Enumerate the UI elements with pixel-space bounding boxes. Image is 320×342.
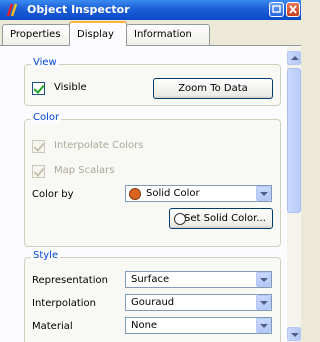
tab-properties-label: Properties xyxy=(10,29,61,40)
style-group-title: Style xyxy=(31,250,61,261)
vertical-scrollbar[interactable] xyxy=(287,46,301,342)
scroll-down-button[interactable] xyxy=(287,327,301,341)
scroll-thumb[interactable] xyxy=(287,68,301,213)
title-bar[interactable]: Object Inspector xyxy=(0,0,301,20)
color-group: Color Interpolate Colors Map Scalars Col… xyxy=(24,112,281,247)
window-title: Object Inspector xyxy=(27,3,130,16)
visible-label: Visible xyxy=(54,82,87,93)
chevron-down-icon xyxy=(260,301,268,305)
tab-information-label: Information xyxy=(134,29,192,40)
restore-button[interactable] xyxy=(269,2,284,17)
zoom-to-data-button[interactable]: Zoom To Data xyxy=(153,78,273,99)
interpolate-colors-checkbox[interactable] xyxy=(32,140,45,153)
material-select[interactable]: None xyxy=(125,317,272,334)
chevron-down-icon xyxy=(260,192,268,196)
style-group: Style Representation Surface Interpolati… xyxy=(24,250,281,342)
tab-display[interactable]: Display xyxy=(69,21,127,46)
solid-color-swatch-icon xyxy=(129,188,141,200)
interpolation-select[interactable]: Gouraud xyxy=(125,294,272,311)
color-by-label: Color by xyxy=(32,189,74,200)
color-circle-icon xyxy=(174,213,186,225)
close-button[interactable] xyxy=(286,2,300,17)
tab-bar: Properties Display Information xyxy=(0,20,301,46)
color-by-value: Solid Color xyxy=(146,188,200,199)
set-solid-color-button[interactable]: Set Solid Color... xyxy=(169,208,273,229)
material-dropdown-button[interactable] xyxy=(256,318,271,333)
representation-select[interactable]: Surface xyxy=(125,271,272,288)
tab-display-label: Display xyxy=(77,29,114,40)
interpolation-dropdown-button[interactable] xyxy=(256,295,271,310)
representation-label: Representation xyxy=(32,275,108,286)
material-value: None xyxy=(131,320,158,331)
chevron-up-icon xyxy=(291,56,299,60)
interpolation-label: Interpolation xyxy=(32,298,96,309)
chevron-down-icon xyxy=(260,278,268,282)
tab-properties[interactable]: Properties xyxy=(2,24,70,45)
representation-dropdown-button[interactable] xyxy=(256,272,271,287)
interpolation-value: Gouraud xyxy=(131,297,175,308)
close-icon xyxy=(289,5,297,14)
representation-value: Surface xyxy=(131,274,170,285)
visible-checkbox[interactable] xyxy=(32,82,45,95)
chevron-down-icon xyxy=(291,333,299,337)
set-solid-color-label: Set Solid Color... xyxy=(184,213,266,224)
app-logo-icon xyxy=(6,3,18,17)
view-group: View Visible Zoom To Data xyxy=(24,57,281,106)
map-scalars-checkbox[interactable] xyxy=(32,165,45,178)
scroll-up-button[interactable] xyxy=(287,51,301,65)
material-label: Material xyxy=(32,321,73,332)
map-scalars-label: Map Scalars xyxy=(54,165,115,176)
restore-icon xyxy=(272,5,281,13)
chevron-down-icon xyxy=(260,324,268,328)
interpolate-colors-label: Interpolate Colors xyxy=(54,140,144,151)
tab-information[interactable]: Information xyxy=(126,24,210,45)
view-group-title: View xyxy=(31,57,59,68)
color-by-dropdown-button[interactable] xyxy=(256,186,271,201)
color-by-select[interactable]: Solid Color xyxy=(125,185,272,202)
color-group-title: Color xyxy=(31,112,62,123)
